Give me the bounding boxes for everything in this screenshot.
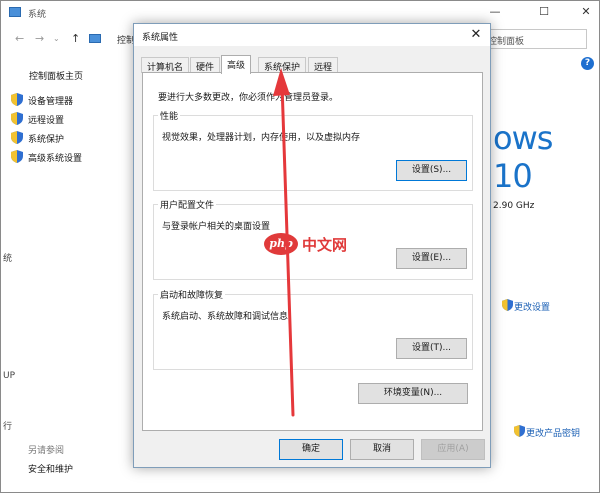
change-product-key-label: 更改产品密钥 [526, 429, 581, 439]
computer-icon [89, 34, 101, 43]
change-settings-label: 更改设置 [514, 303, 551, 313]
user-profiles-settings-button[interactable]: 设置(E)... [396, 248, 467, 269]
back-arrow-icon[interactable]: ← [15, 32, 24, 45]
maximize-button[interactable]: ☐ [535, 5, 553, 19]
sidebar-home-link[interactable]: 控制面板主页 [29, 69, 83, 82]
watermark-badge: php [264, 233, 298, 255]
left-edge-text: UP [3, 371, 16, 381]
cancel-button[interactable]: 取消 [350, 439, 414, 460]
sidebar-item-label: 设备管理器 [28, 97, 74, 107]
dialog-close-button[interactable]: ✕ [468, 27, 484, 43]
startup-recovery-settings-button[interactable]: 设置(T)... [396, 338, 467, 359]
group-title: 启动和故障恢复 [158, 288, 226, 301]
group-title: 用户配置文件 [158, 198, 217, 211]
forward-arrow-icon[interactable]: → [35, 32, 44, 45]
shield-icon [11, 93, 23, 106]
shield-icon [514, 425, 525, 437]
sidebar-item-label: 高级系统设置 [28, 154, 83, 164]
sidebar-item-device-manager[interactable]: 设备管理器 [11, 92, 131, 108]
tab-advanced[interactable]: 高级 [221, 55, 252, 74]
help-icon[interactable]: ? [581, 57, 594, 70]
group-title: 性能 [158, 109, 181, 122]
computer-icon [9, 7, 21, 17]
system-window-titlebar: 系统 — ☐ ✕ [1, 1, 599, 25]
environment-variables-button[interactable]: 环境变量(N)... [358, 383, 468, 404]
tab-computer-name[interactable]: 计算机名 [141, 57, 190, 73]
cpu-speed: 2.90 GHz [493, 201, 535, 211]
security-maintenance-link[interactable]: 安全和维护 [28, 462, 73, 475]
sidebar-item-remote-settings[interactable]: 远程设置 [11, 111, 131, 127]
watermark-text: 中文网 [302, 236, 348, 254]
search-input[interactable]: 控制面板 [481, 29, 587, 49]
admin-note: 要进行大多数更改，你必须作为管理员登录。 [158, 93, 339, 103]
sidebar-item-label: 系统保护 [28, 135, 65, 145]
close-window-button[interactable]: ✕ [577, 5, 595, 19]
shield-icon [502, 299, 513, 311]
performance-group: 性能 视觉效果，处理器计划，内存使用，以及虚拟内存 设置(S)... [153, 109, 473, 191]
sidebar-item-advanced-settings[interactable]: 高级系统设置 [11, 149, 131, 165]
system-window-title: 系统 [28, 10, 47, 20]
dialog-title: 系统属性 [142, 33, 179, 43]
shield-icon [11, 150, 23, 163]
shield-icon [11, 112, 23, 125]
dialog-titlebar: 系统属性 ✕ [134, 24, 490, 46]
windows-logo-text: ows 10 [493, 119, 553, 195]
group-description: 视觉效果，处理器计划，内存使用，以及虚拟内存 [162, 133, 361, 143]
site-watermark: php 中文网 [264, 233, 374, 259]
group-description: 与登录帐户相关的桌面设置 [162, 222, 271, 232]
sidebar-item-system-protection[interactable]: 系统保护 [11, 130, 131, 146]
tab-bar: 计算机名 硬件 高级 系统保护 远程 [141, 55, 481, 74]
ok-button[interactable]: 确定 [279, 439, 343, 460]
change-product-key-link[interactable]: 更改产品密钥 [514, 425, 600, 439]
shield-icon [11, 131, 23, 144]
sidebar-item-label: 远程设置 [28, 116, 65, 126]
left-edge-text: 行 [3, 422, 13, 432]
left-edge-text: 统 [3, 254, 13, 264]
tab-remote[interactable]: 远程 [308, 57, 339, 73]
see-also-heading: 另请参阅 [28, 446, 65, 456]
startup-recovery-group: 启动和故障恢复 系统启动、系统故障和调试信息 设置(T)... [153, 288, 473, 370]
performance-settings-button[interactable]: 设置(S)... [396, 160, 467, 181]
chevron-down-icon[interactable]: ⌄ [53, 34, 60, 43]
minimize-button[interactable]: — [486, 5, 504, 19]
tab-system-protection[interactable]: 系统保护 [258, 57, 307, 73]
change-settings-link[interactable]: 更改设置 [502, 299, 582, 313]
tab-hardware[interactable]: 硬件 [190, 57, 221, 73]
group-description: 系统启动、系统故障和调试信息 [162, 312, 289, 322]
apply-button[interactable]: 应用(A) [421, 439, 485, 460]
search-text: 控制面板 [488, 37, 525, 47]
up-arrow-icon[interactable]: ↑ [71, 32, 80, 45]
